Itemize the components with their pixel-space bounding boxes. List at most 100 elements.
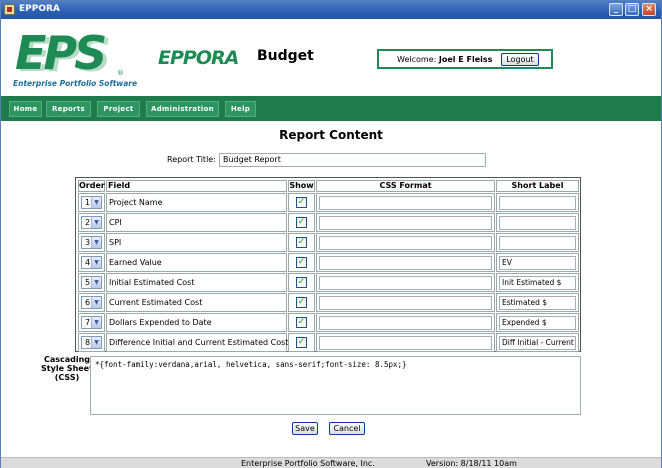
css-format-input[interactable] xyxy=(319,316,492,330)
order-value: 2 xyxy=(85,218,91,227)
page-title: Report Content xyxy=(279,128,383,142)
title-bar[interactable]: EPPORA _ □ × xyxy=(1,1,661,19)
css-format-input[interactable] xyxy=(319,336,492,350)
app-window: EPPORA _ □ × EPS EPS ® Enterprise Portfo… xyxy=(0,0,662,468)
nav-home[interactable]: Home xyxy=(9,101,42,117)
order-select[interactable]: 6 ▼ xyxy=(81,296,102,309)
order-value: 5 xyxy=(85,278,91,287)
short-label-input[interactable]: Expended $ xyxy=(499,316,576,330)
show-checkbox[interactable]: ✓ xyxy=(296,257,307,268)
module-name: Budget xyxy=(257,48,314,64)
table-cell-order: 1 ▼ xyxy=(78,193,105,212)
css-format-input[interactable] xyxy=(319,236,492,250)
footer-company: Enterprise Portfolio Software, Inc. xyxy=(241,459,375,468)
report-title-input[interactable]: Budget Report xyxy=(219,153,486,167)
order-select[interactable]: 4 ▼ xyxy=(81,256,102,269)
field-name: Earned Value xyxy=(109,258,162,267)
field-name: Difference Initial and Current Estimated… xyxy=(109,338,289,347)
css-format-input[interactable] xyxy=(319,256,492,270)
col-header-order: Order xyxy=(78,180,105,192)
welcome-box: Welcome: Joel E Fleiss Logout xyxy=(377,49,553,69)
chevron-down-icon[interactable]: ▼ xyxy=(91,217,101,228)
field-name: Initial Estimated Cost xyxy=(109,278,195,287)
chevron-down-icon[interactable]: ▼ xyxy=(91,277,101,288)
table-cell-field: Earned Value xyxy=(106,253,287,272)
table-cell-order: 4 ▼ xyxy=(78,253,105,272)
save-button[interactable]: Save xyxy=(292,422,318,435)
table-cell-field: Difference Initial and Current Estimated… xyxy=(106,333,289,352)
order-select[interactable]: 7 ▼ xyxy=(81,316,102,329)
nav-administration[interactable]: Administration xyxy=(146,101,219,117)
css-format-input[interactable] xyxy=(319,296,492,310)
show-checkbox[interactable]: ✓ xyxy=(296,277,307,288)
short-label-input[interactable]: Init Estimated $ xyxy=(499,276,576,290)
show-checkbox[interactable]: ✓ xyxy=(296,297,307,308)
show-checkbox[interactable]: ✓ xyxy=(296,317,307,328)
table-cell-show: ✓ xyxy=(288,253,315,272)
css-format-input[interactable] xyxy=(319,216,492,230)
css-textarea[interactable]: *{font-family:verdana,arial, helvetica, … xyxy=(90,356,581,415)
table-cell-short xyxy=(496,233,579,252)
nav-help[interactable]: Help xyxy=(225,101,256,117)
chevron-down-icon[interactable]: ▼ xyxy=(91,297,101,308)
window-title: EPPORA xyxy=(19,4,60,14)
user-name: Joel E Fleiss xyxy=(438,55,493,64)
table-cell-css xyxy=(316,253,495,272)
table-cell-css xyxy=(316,313,495,332)
order-value: 6 xyxy=(85,298,91,307)
order-value: 7 xyxy=(85,318,91,327)
table-cell-short xyxy=(496,193,579,212)
minimize-icon[interactable]: _ xyxy=(609,3,623,16)
short-label-input[interactable]: EV xyxy=(499,256,576,270)
order-value: 8 xyxy=(85,338,91,347)
nav-reports[interactable]: Reports xyxy=(46,101,91,117)
col-header-short: Short Label xyxy=(496,180,579,192)
table-cell-order: 5 ▼ xyxy=(78,273,105,292)
field-name: Project Name xyxy=(109,198,163,207)
table-cell-show: ✓ xyxy=(288,213,315,232)
product-name: EPPORA xyxy=(158,47,239,69)
close-icon[interactable]: × xyxy=(642,3,656,16)
table-cell-field: SPI xyxy=(106,233,287,252)
table-cell-show: ✓ xyxy=(288,293,315,312)
order-select[interactable]: 1 ▼ xyxy=(81,196,102,209)
table-cell-order: 6 ▼ xyxy=(78,293,105,312)
table-cell-show: ✓ xyxy=(288,313,315,332)
order-select[interactable]: 3 ▼ xyxy=(81,236,102,249)
order-select[interactable]: 8 ▼ xyxy=(81,336,102,349)
order-select[interactable]: 5 ▼ xyxy=(81,276,102,289)
nav-project[interactable]: Project xyxy=(97,101,140,117)
table-cell-short: Expended $ xyxy=(496,313,579,332)
chevron-down-icon[interactable]: ▼ xyxy=(91,197,101,208)
table-cell-field: CPI xyxy=(106,213,287,232)
footer-version: Version: 8/18/11 10am xyxy=(426,459,517,468)
order-value: 4 xyxy=(85,258,91,267)
chevron-down-icon[interactable]: ▼ xyxy=(91,337,101,348)
chevron-down-icon[interactable]: ▼ xyxy=(91,317,101,328)
show-checkbox[interactable]: ✓ xyxy=(296,337,307,348)
field-name: SPI xyxy=(109,238,122,247)
css-format-input[interactable] xyxy=(319,196,492,210)
show-checkbox[interactable]: ✓ xyxy=(296,237,307,248)
short-label-input[interactable]: Diff Initial - Current xyxy=(499,336,576,350)
field-name: Current Estimated Cost xyxy=(109,298,203,307)
welcome-label: Welcome: xyxy=(397,55,437,64)
short-label-input[interactable] xyxy=(499,236,576,250)
short-label-input[interactable] xyxy=(499,216,576,230)
short-label-input[interactable]: Estimated $ xyxy=(499,296,576,310)
order-select[interactable]: 2 ▼ xyxy=(81,216,102,229)
table-cell-short xyxy=(496,213,579,232)
chevron-down-icon[interactable]: ▼ xyxy=(91,257,101,268)
short-label-input[interactable] xyxy=(499,196,576,210)
cancel-button[interactable]: Cancel xyxy=(329,422,365,435)
logout-button[interactable]: Logout xyxy=(501,53,539,66)
table-cell-short: Diff Initial - Current xyxy=(496,333,579,352)
table-cell-field: Initial Estimated Cost xyxy=(106,273,287,292)
table-cell-order: 2 ▼ xyxy=(78,213,105,232)
chevron-down-icon[interactable]: ▼ xyxy=(91,237,101,248)
show-checkbox[interactable]: ✓ xyxy=(296,197,307,208)
show-checkbox[interactable]: ✓ xyxy=(296,217,307,228)
table-cell-field: Project Name xyxy=(106,193,287,212)
maximize-icon[interactable]: □ xyxy=(625,3,639,16)
css-format-input[interactable] xyxy=(319,276,492,290)
